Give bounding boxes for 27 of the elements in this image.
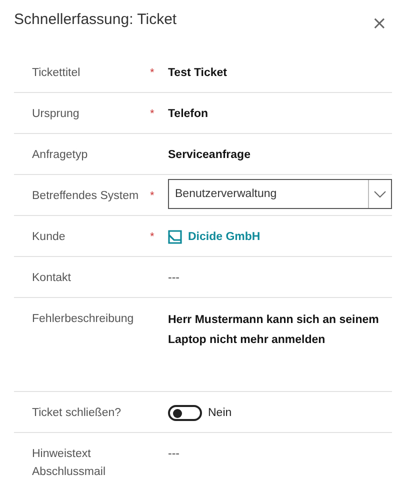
- dialog-title: Schnellerfassung: Ticket: [14, 11, 177, 28]
- field-label: Tickettitel: [31, 66, 82, 81]
- field-label: Ticket schließen?: [31, 406, 122, 421]
- field-label: Fehlerbeschreibung: [31, 312, 135, 327]
- required-mark: *: [150, 108, 154, 120]
- field-value: Test Ticket: [168, 66, 228, 81]
- field-value: Serviceanfrage: [168, 148, 250, 163]
- toggle-switch[interactable]: [168, 405, 202, 421]
- required-mark: *: [150, 67, 154, 79]
- toggle-label: Nein: [208, 406, 232, 421]
- field-value: Telefon: [168, 107, 208, 122]
- field-value: Herr Mustermann kann sich an seinem Laptop nicht mehr anmelden: [168, 313, 380, 348]
- required-mark: *: [150, 231, 154, 243]
- document-icon: [168, 230, 182, 244]
- chevron-down-icon: [374, 190, 386, 198]
- field-label: Hinweistext Abschlussmail: [31, 447, 106, 480]
- customer-link[interactable]: Dicide GmbH: [188, 228, 260, 246]
- field-label: Kunde: [31, 230, 66, 245]
- close-button[interactable]: ×: [368, 15, 391, 33]
- field-value: ---: [168, 271, 180, 286]
- field-label: Ursprung: [31, 107, 80, 122]
- field-value: ---: [168, 447, 180, 462]
- field-label: Kontakt: [31, 271, 72, 286]
- required-mark: *: [150, 190, 154, 202]
- field-label: Betreffendes System: [31, 189, 140, 204]
- dropdown-field[interactable]: Benutzerverwaltung: [168, 179, 392, 209]
- field-label: Anfragetyp: [31, 148, 89, 163]
